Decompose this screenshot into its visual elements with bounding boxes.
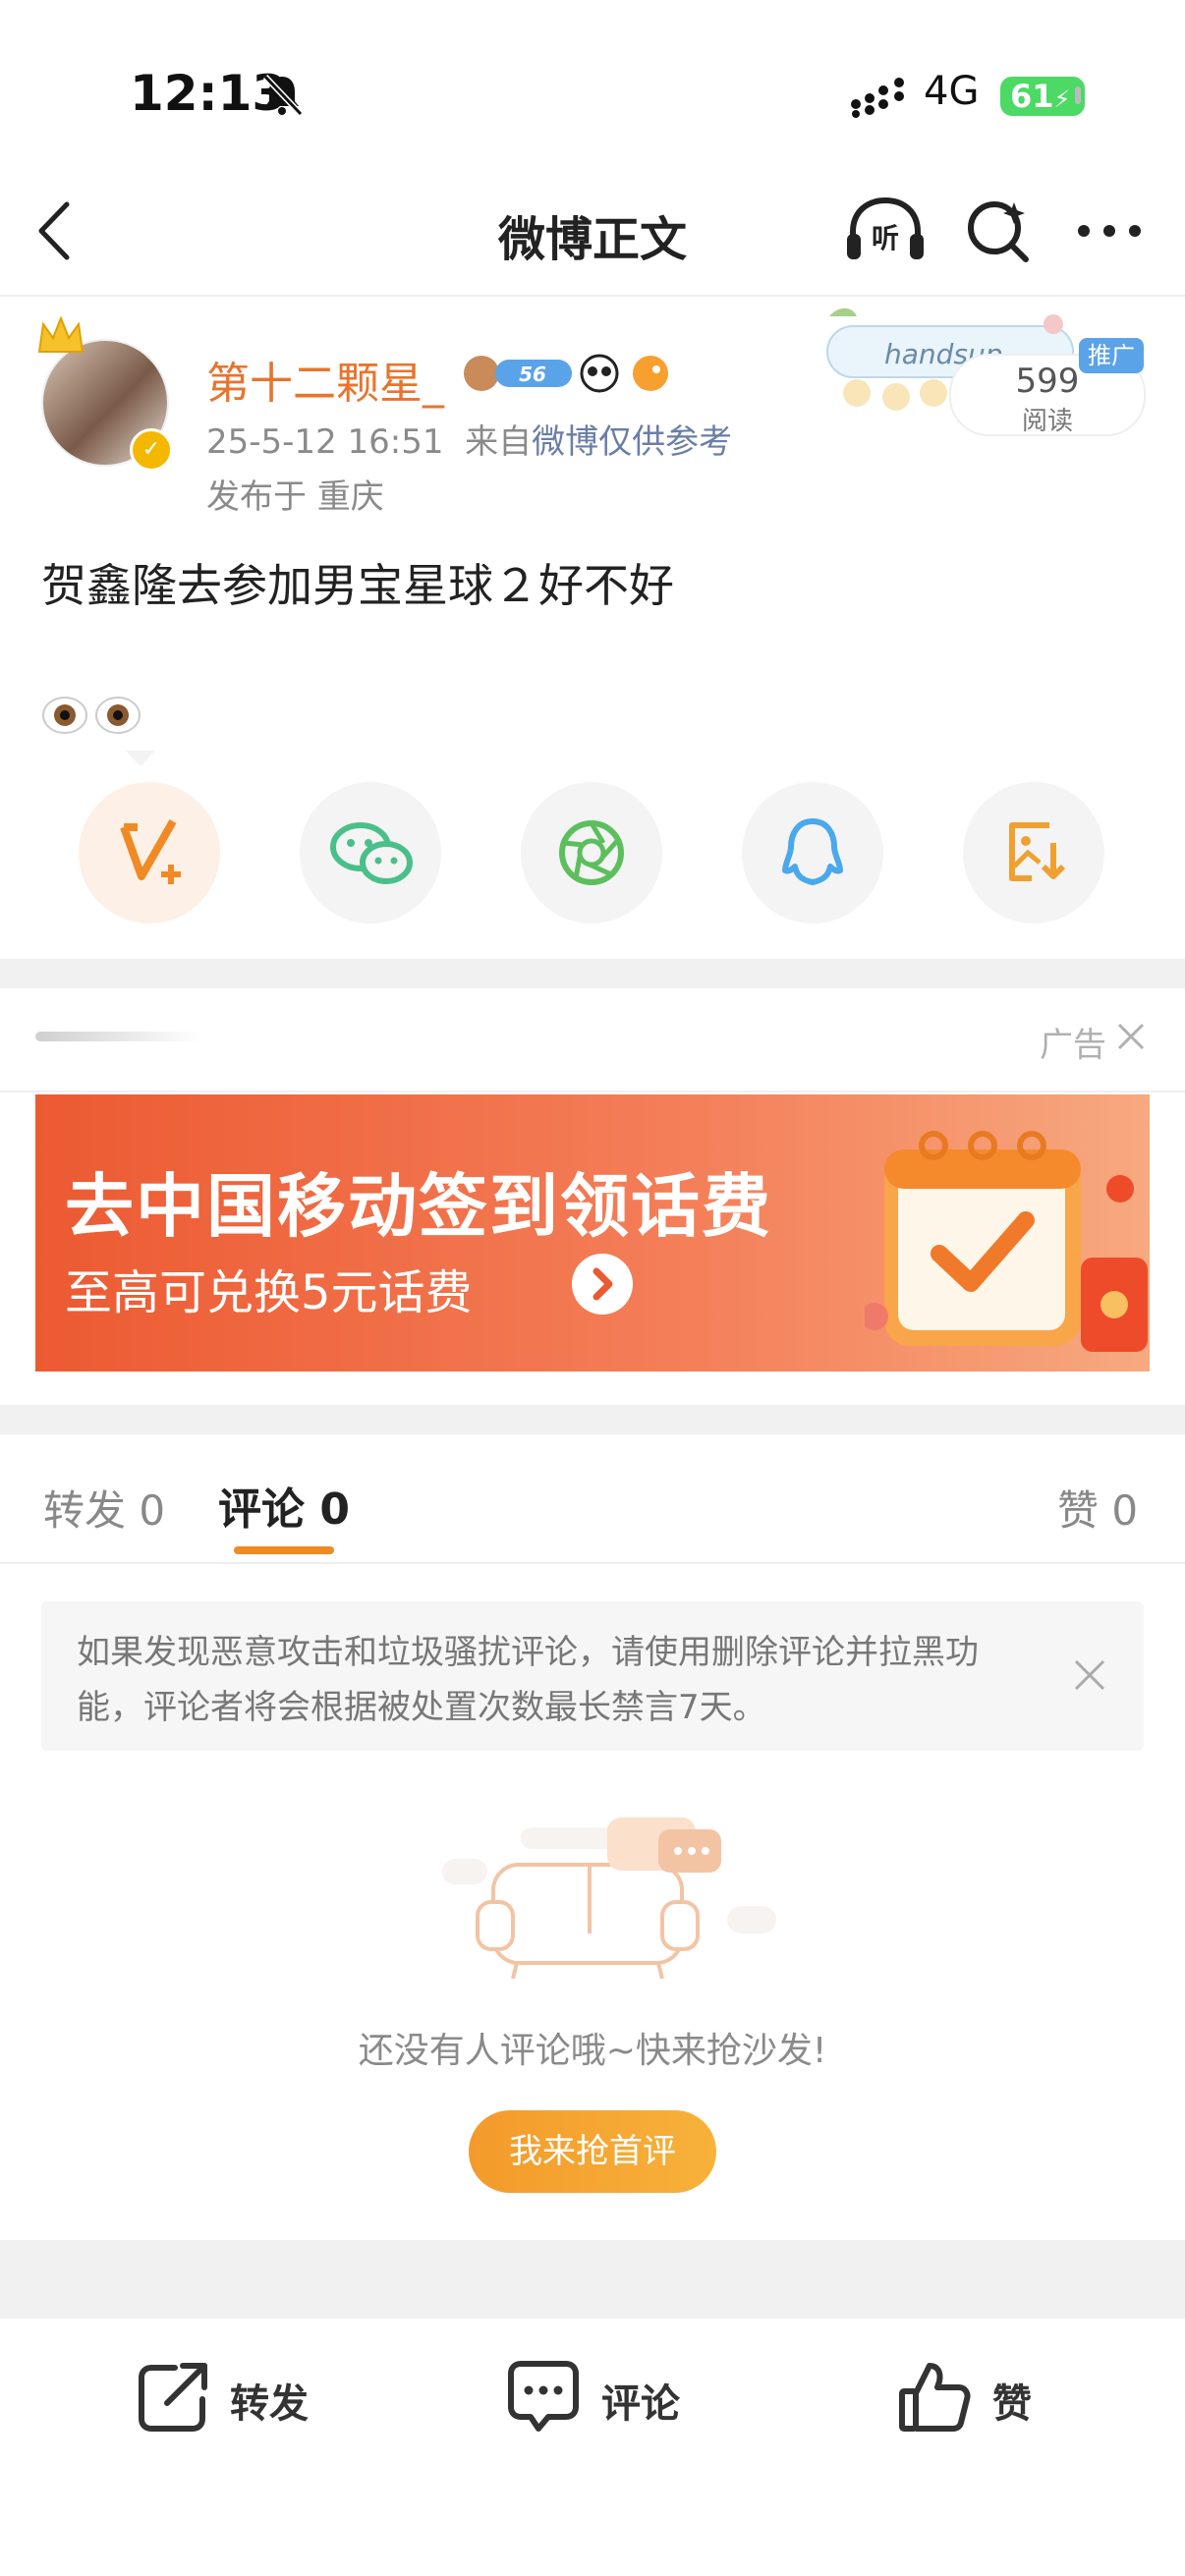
- share-moments-button[interactable]: [521, 782, 662, 924]
- post-text: 贺鑫隆去参加男宝星球２好不好: [41, 559, 674, 612]
- share-qq-button[interactable]: [742, 782, 883, 924]
- chevron-right-icon: [572, 1254, 633, 1315]
- section-gap: [0, 959, 1185, 988]
- calendar-check-icon: [865, 1131, 1148, 1352]
- svg-text:56: 56: [519, 363, 546, 386]
- notice-text: 如果发现恶意攻击和垃圾骚扰评论，请使用删除评论并拉黑功能，评论者将会根据被处置次…: [77, 1633, 979, 1727]
- like-button[interactable]: 赞: [896, 2358, 1044, 2436]
- tab-repost-count: 0: [139, 1486, 166, 1535]
- repost-label: 转发: [230, 2381, 309, 2427]
- sofa-illustration: [442, 1818, 776, 1980]
- active-tab-indicator: [234, 1546, 334, 1554]
- post-source-link[interactable]: 微博仅供参考: [532, 422, 732, 462]
- ad-divider: [0, 1091, 1185, 1092]
- listen-label: 听: [872, 222, 899, 254]
- signal-icon: [851, 78, 904, 118]
- battery-cap: [1075, 86, 1081, 104]
- share-vplus-button[interactable]: [79, 782, 220, 924]
- battery-indicator: 61⚡: [1000, 77, 1085, 116]
- repost-button[interactable]: 转发: [136, 2358, 332, 2436]
- read-label: 阅读: [1021, 407, 1073, 436]
- tab-comment-label: 评论: [218, 1484, 305, 1535]
- thumbs-up-icon: [899, 2363, 971, 2432]
- user-badges[interactable]: 56: [462, 350, 678, 397]
- empty-comments-text: 还没有人评论哦~快来抢沙发!: [358, 2031, 827, 2071]
- tab-like[interactable]: 赞 0: [1057, 1478, 1138, 1538]
- ad-title: 去中国移动签到领话费: [65, 1166, 772, 1247]
- comment-button[interactable]: 评论: [505, 2358, 702, 2436]
- share-pointer: [126, 751, 155, 766]
- panda-badge-icon: [580, 354, 619, 393]
- post-location: 发布于 重庆: [206, 477, 384, 517]
- crown-icon: [37, 315, 85, 353]
- search-icon[interactable]: [965, 196, 1034, 265]
- tab-comment[interactable]: 评论 0: [218, 1474, 350, 1537]
- tab-comment-count: 0: [319, 1484, 350, 1535]
- ad-loading-bar: [35, 1032, 202, 1041]
- wechat-icon: [330, 822, 413, 884]
- first-comment-button[interactable]: 我来抢首评: [469, 2110, 716, 2193]
- bell-muted-icon: [262, 74, 304, 117]
- post-meta: 25-5-12 16:51 来自微博仅供参考: [206, 415, 732, 463]
- save-image-icon: [1009, 822, 1066, 881]
- moments-icon: [559, 820, 624, 885]
- battery-level: 61: [1010, 78, 1054, 115]
- qq-icon: [782, 818, 843, 885]
- tab-repost[interactable]: 转发 0: [43, 1478, 165, 1538]
- more-icon[interactable]: [1077, 224, 1142, 238]
- post-timestamp: 25-5-12 16:51: [206, 422, 444, 462]
- food-badge-icon: [464, 356, 499, 391]
- close-icon[interactable]: [1073, 1658, 1106, 1692]
- section-gap: [0, 1405, 1185, 1434]
- source-prefix: 来自: [465, 422, 533, 462]
- ad-subtitle: 至高可兑换5元话费: [65, 1265, 473, 1320]
- repost-icon: [139, 2363, 207, 2432]
- close-icon[interactable]: [1116, 1022, 1146, 1051]
- fish-badge-icon: [633, 356, 668, 391]
- listen-headphones-icon[interactable]: 听: [845, 195, 926, 265]
- section-gap: [0, 2240, 1185, 2319]
- share-wechat-button[interactable]: [300, 782, 441, 924]
- tab-like-count: 0: [1111, 1486, 1139, 1535]
- promote-badge[interactable]: 推广: [1079, 338, 1144, 373]
- share-row: [0, 782, 1185, 924]
- tab-repost-label: 转发: [43, 1486, 127, 1535]
- share-save-image-button[interactable]: [963, 782, 1104, 924]
- author-name[interactable]: 第十二颗星_: [206, 348, 444, 411]
- like-label: 赞: [992, 2381, 1032, 2427]
- verified-badge: ✓: [130, 428, 173, 472]
- eyes-emoji: 👀👀: [42, 697, 141, 734]
- nav-divider: [0, 295, 1185, 297]
- vplus-icon: [120, 819, 181, 884]
- tab-like-label: 赞: [1057, 1486, 1100, 1535]
- ad-label: 广告: [1040, 1026, 1106, 1065]
- tab-divider: [0, 1562, 1185, 1564]
- comment-label: 评论: [601, 2381, 680, 2427]
- comment-icon: [508, 2361, 579, 2432]
- network-type: 4G: [924, 69, 980, 114]
